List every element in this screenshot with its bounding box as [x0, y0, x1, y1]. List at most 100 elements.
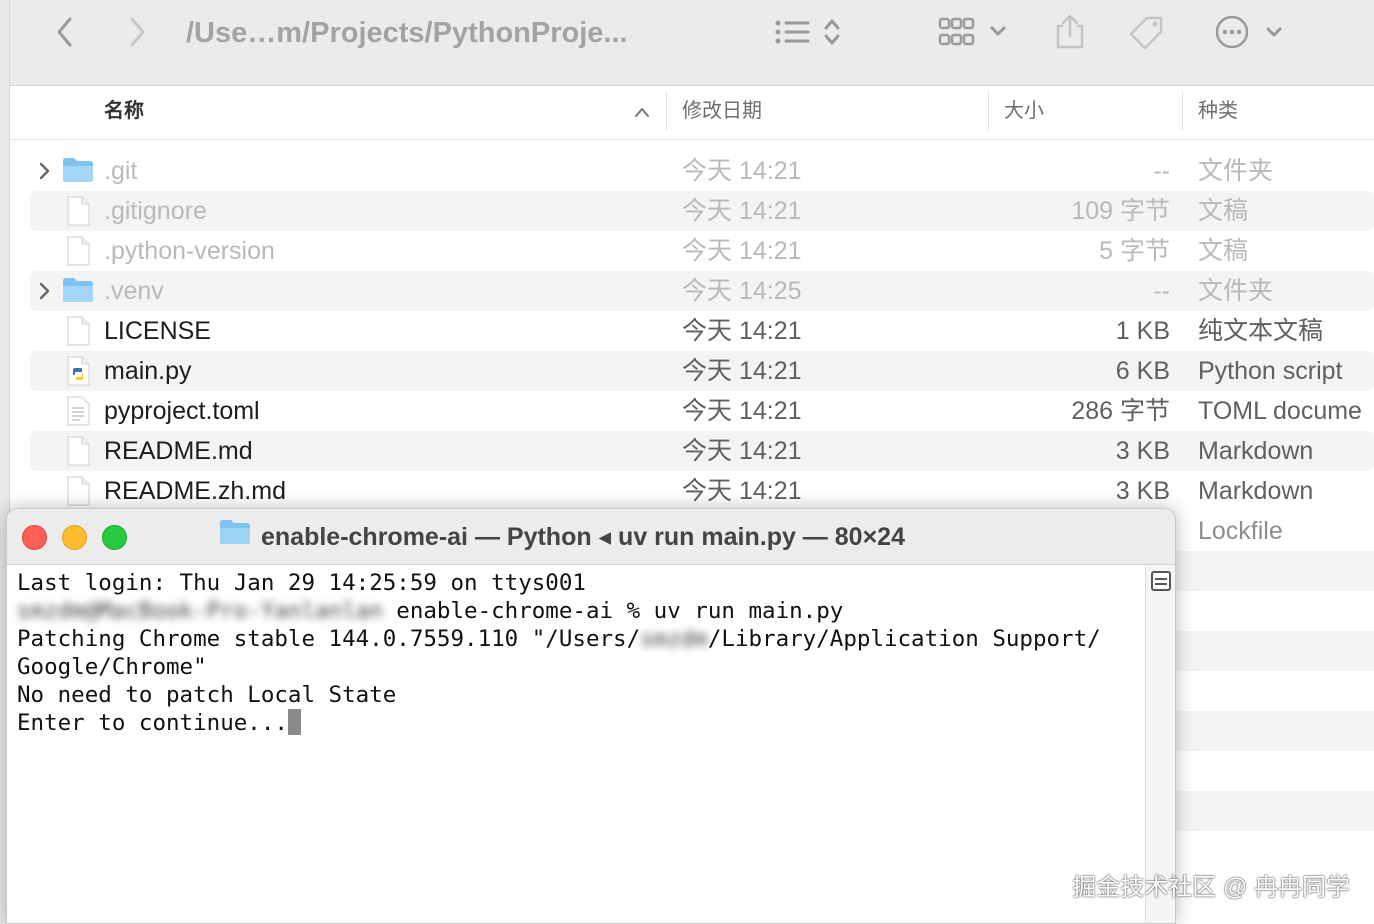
document-icon	[62, 236, 94, 266]
minimize-button[interactable]	[62, 525, 87, 550]
file-kind: 纯文本文稿	[1198, 317, 1324, 345]
file-date: 今天 14:25	[682, 277, 802, 305]
sort-ascending-icon[interactable]	[632, 92, 652, 132]
file-date: 今天 14:21	[682, 437, 802, 465]
file-row[interactable]: main.py 今天 14:21 6 KB Python script	[30, 351, 1374, 391]
file-kind: Markdown	[1198, 437, 1314, 465]
file-size: --	[1153, 157, 1170, 185]
terminal-prompt-text: Enter to continue...	[17, 710, 288, 736]
file-name: pyproject.toml	[104, 397, 260, 425]
terminal-line: No need to patch Local State	[17, 682, 397, 708]
python-file-icon	[62, 356, 94, 386]
finder-toolbar: /Use…m/Projects/PythonProje...	[10, 0, 1374, 86]
file-date: 今天 14:21	[682, 197, 802, 225]
row-stripe	[1176, 791, 1374, 831]
terminal-line: smzdm@MacBook-Pro-Yanlanlan enable-chrom…	[17, 597, 1147, 625]
terminal-output[interactable]: Last login: Thu Jan 29 14:25:59 on ttys0…	[7, 565, 1147, 923]
file-row[interactable]: README.md 今天 14:21 3 KB Markdown	[30, 431, 1374, 471]
file-date: 今天 14:21	[682, 237, 802, 265]
document-icon	[62, 316, 94, 346]
column-name[interactable]: 名称	[104, 86, 144, 140]
terminal-command: enable-chrome-ai % uv run main.py	[382, 598, 844, 624]
column-date[interactable]: 修改日期	[682, 86, 762, 140]
file-row[interactable]: .python-version 今天 14:21 5 字节 文稿	[30, 231, 1374, 271]
file-name: .venv	[104, 277, 164, 305]
share-icon[interactable]	[1050, 14, 1090, 50]
column-size[interactable]: 大小	[1004, 86, 1044, 140]
file-kind: 文稿	[1198, 237, 1249, 265]
terminal-title: enable-chrome-ai — Python ◂ uv run main.…	[219, 509, 905, 565]
folder-icon	[62, 156, 94, 186]
file-date: 今天 14:21	[682, 357, 802, 385]
row-stripe	[1176, 631, 1374, 671]
terminal-title-text: enable-chrome-ai — Python ◂ uv run main.…	[261, 523, 905, 551]
file-date: 今天 14:21	[682, 157, 802, 185]
text-file-icon	[62, 396, 94, 426]
row-stripe	[1176, 551, 1374, 591]
file-kind: 文稿	[1198, 197, 1249, 225]
file-kind: TOML docume	[1198, 397, 1362, 425]
disclosure-chevron-icon[interactable]	[38, 279, 56, 303]
file-name: main.py	[104, 357, 192, 385]
folder-icon	[62, 276, 94, 306]
terminal-titlebar[interactable]: enable-chrome-ai — Python ◂ uv run main.…	[7, 509, 1175, 565]
file-list: .git 今天 14:21 -- 文件夹 .gitignore 今天 14:21 109 字…	[30, 151, 1374, 511]
column-divider[interactable]	[1182, 92, 1183, 130]
file-kind: Markdown	[1198, 477, 1314, 505]
file-size: 3 KB	[1115, 437, 1170, 465]
file-size: 1 KB	[1115, 317, 1170, 345]
file-row[interactable]: README.zh.md 今天 14:21 3 KB Markdown	[30, 471, 1374, 511]
file-name: README.md	[104, 437, 253, 465]
column-header: 名称 修改日期 大小 种类	[10, 86, 1374, 140]
document-icon	[62, 436, 94, 466]
row-stripe	[1176, 711, 1374, 751]
zoom-button[interactable]	[102, 525, 127, 550]
file-kind[interactable]: Lockfile	[1198, 511, 1283, 551]
file-name: README.zh.md	[104, 477, 286, 505]
file-kind: 文件夹	[1198, 157, 1274, 185]
file-row[interactable]: pyproject.toml 今天 14:21 286 字节 TOML docume	[30, 391, 1374, 431]
column-divider[interactable]	[988, 92, 989, 130]
terminal-line: Last login: Thu Jan 29 14:25:59 on ttys0…	[17, 570, 586, 596]
file-size: 5 字节	[1099, 237, 1170, 265]
grid-view-icon[interactable]	[936, 14, 1012, 50]
column-divider[interactable]	[666, 92, 667, 130]
file-name: LICENSE	[104, 317, 211, 345]
blurred-username: smzdm	[640, 626, 708, 652]
file-name: .gitignore	[104, 197, 207, 225]
list-view-icon[interactable]	[770, 14, 850, 50]
document-icon	[62, 476, 94, 506]
file-row[interactable]: .venv 今天 14:25 -- 文件夹	[30, 271, 1374, 311]
path-title: /Use…m/Projects/PythonProje...	[186, 17, 628, 49]
split-pane-icon[interactable]	[1151, 571, 1171, 591]
more-actions-icon[interactable]	[1210, 14, 1290, 50]
file-date: 今天 14:21	[682, 477, 802, 505]
file-row[interactable]: LICENSE 今天 14:21 1 KB 纯文本文稿	[30, 311, 1374, 351]
terminal-text: /Library/Application Support/	[707, 626, 1101, 652]
blurred-username: smzdm@MacBook-Pro-Yanlanlan	[17, 598, 383, 624]
file-size: 6 KB	[1115, 357, 1170, 385]
file-row[interactable]: .git 今天 14:21 -- 文件夹	[30, 151, 1374, 191]
terminal-window[interactable]: enable-chrome-ai — Python ◂ uv run main.…	[6, 508, 1176, 924]
terminal-text: Patching Chrome stable 144.0.7559.110 "/…	[17, 626, 641, 652]
file-size: 286 字节	[1071, 397, 1170, 425]
terminal-line: Google/Chrome"	[17, 654, 207, 680]
terminal-line: Patching Chrome stable 144.0.7559.110 "/…	[17, 625, 1147, 653]
file-size: 109 字节	[1071, 197, 1170, 225]
file-kind: Python script	[1198, 357, 1343, 385]
file-date: 今天 14:21	[682, 397, 802, 425]
file-kind: 文件夹	[1198, 277, 1274, 305]
close-button[interactable]	[22, 525, 47, 550]
back-chevron-icon[interactable]	[50, 14, 80, 50]
column-kind[interactable]: 种类	[1198, 86, 1238, 140]
file-size: 3 KB	[1115, 477, 1170, 505]
file-name: .python-version	[104, 237, 275, 265]
file-size: --	[1153, 277, 1170, 305]
watermark: 掘金技术社区 @ 冉冉同学	[1072, 874, 1350, 901]
terminal-line: Enter to continue...	[17, 708, 1147, 737]
forward-chevron-icon[interactable]	[122, 14, 152, 50]
file-date: 今天 14:21	[682, 317, 802, 345]
tag-icon[interactable]	[1124, 14, 1170, 50]
file-row[interactable]: .gitignore 今天 14:21 109 字节 文稿	[30, 191, 1374, 231]
disclosure-chevron-icon[interactable]	[38, 159, 56, 183]
